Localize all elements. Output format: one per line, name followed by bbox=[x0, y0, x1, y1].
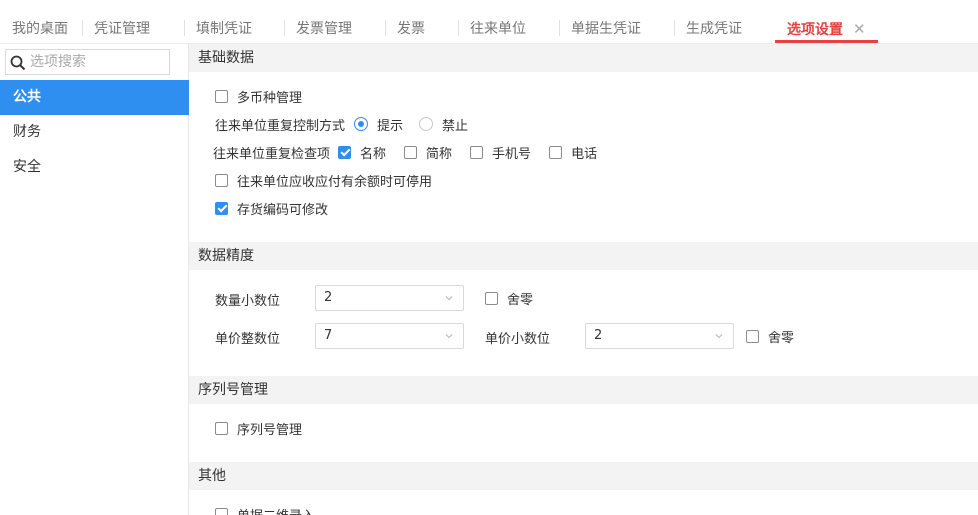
tab-partners[interactable]: 往来单位 bbox=[458, 10, 526, 44]
radio-prompt-label: 提示 bbox=[377, 118, 404, 134]
radio-forbid[interactable] bbox=[419, 117, 434, 131]
tab-separator bbox=[559, 20, 560, 36]
tab-label: 单据生凭证 bbox=[571, 21, 641, 37]
tab-separator bbox=[674, 20, 675, 36]
partner-dup-check-row: 往来单位重复检查项 名称 简称 手机号 电话 bbox=[213, 142, 597, 162]
disable-with-balance-label: 往来单位应收应付有余额时可停用 bbox=[237, 174, 433, 190]
check-mobile-checkbox[interactable] bbox=[470, 145, 484, 159]
tab-label: 填制凭证 bbox=[196, 21, 252, 37]
check-phone-label: 电话 bbox=[571, 146, 598, 162]
multi-currency-label: 多币种管理 bbox=[237, 90, 303, 106]
sidebar-item-label: 财务 bbox=[13, 124, 41, 140]
qty-round-checkbox[interactable] bbox=[485, 291, 498, 305]
qty-decimals-select[interactable]: 2 bbox=[315, 285, 464, 311]
inventory-code-editable-label: 存货编码可修改 bbox=[237, 202, 329, 218]
tab-my-desktop[interactable]: 我的桌面 bbox=[0, 10, 68, 44]
tab-separator bbox=[284, 20, 285, 36]
active-tab-underline bbox=[775, 40, 878, 43]
tab-separator bbox=[385, 20, 386, 36]
doc-2d-entry-label: 单据二维录入 bbox=[237, 505, 315, 515]
sidebar-item-label: 安全 bbox=[13, 159, 41, 175]
partner-dup-check-label: 往来单位重复检查项 bbox=[213, 146, 331, 162]
price-int-select[interactable]: 7 bbox=[315, 323, 464, 349]
section-precision-title: 数据精度 bbox=[189, 242, 978, 270]
radio-prompt[interactable] bbox=[354, 117, 369, 131]
qty-round-label: 舍零 bbox=[507, 292, 534, 308]
radio-forbid-label: 禁止 bbox=[442, 118, 469, 134]
section-basic-data-title: 基础数据 bbox=[189, 44, 978, 72]
qty-round-option[interactable]: 舍零 bbox=[485, 288, 533, 308]
tab-separator bbox=[458, 20, 459, 36]
price-decimals-label: 单价小数位 bbox=[485, 332, 551, 347]
serial-mgmt-label: 序列号管理 bbox=[237, 422, 303, 438]
multi-currency-checkbox[interactable] bbox=[215, 89, 228, 103]
tab-label: 凭证管理 bbox=[94, 21, 150, 37]
serial-mgmt-checkbox[interactable] bbox=[215, 421, 228, 435]
disable-with-balance-checkbox[interactable] bbox=[215, 173, 228, 187]
inventory-code-editable-option[interactable]: 存货编码可修改 bbox=[215, 198, 328, 218]
tab-separator bbox=[82, 20, 83, 36]
check-name-checkbox[interactable] bbox=[338, 145, 352, 159]
doc-2d-entry-checkbox[interactable] bbox=[215, 507, 228, 515]
price-round-label: 舍零 bbox=[768, 330, 795, 346]
tab-option-settings[interactable]: 选项设置 ✕ bbox=[775, 10, 878, 44]
check-short-name-label: 简称 bbox=[426, 146, 453, 162]
price-decimals-value: 2 bbox=[594, 328, 603, 343]
check-name-label: 名称 bbox=[360, 146, 387, 162]
chevron-down-icon bbox=[445, 296, 453, 301]
chevron-down-icon bbox=[715, 334, 723, 339]
qty-decimals-value: 2 bbox=[324, 290, 333, 305]
tab-doc-to-voucher[interactable]: 单据生凭证 bbox=[559, 10, 641, 44]
tab-fill-voucher[interactable]: 填制凭证 bbox=[184, 10, 252, 44]
sidebar-item-public[interactable]: 公共 bbox=[0, 80, 189, 115]
main-panel: 基础数据 多币种管理 往来单位重复控制方式 提示 禁止 往来单位重复检查项 名称… bbox=[189, 44, 978, 515]
partner-dup-control-row: 往来单位重复控制方式 提示 禁止 bbox=[215, 114, 468, 134]
tab-separator bbox=[184, 20, 185, 36]
tab-label: 往来单位 bbox=[470, 21, 526, 37]
price-int-label: 单价整数位 bbox=[215, 332, 281, 347]
tab-invoice[interactable]: 发票 bbox=[385, 10, 425, 44]
sidebar: 公共 财务 安全 bbox=[0, 44, 189, 515]
chevron-down-icon bbox=[445, 334, 453, 339]
tab-label: 生成凭证 bbox=[686, 21, 742, 37]
price-int-value: 7 bbox=[324, 328, 333, 343]
section-serial-title: 序列号管理 bbox=[189, 376, 978, 404]
tab-voucher-management[interactable]: 凭证管理 bbox=[82, 10, 150, 44]
price-decimals-select[interactable]: 2 bbox=[585, 323, 734, 349]
inventory-code-editable-checkbox[interactable] bbox=[215, 201, 228, 215]
check-short-name-checkbox[interactable] bbox=[404, 145, 418, 159]
sidebar-item-security[interactable]: 安全 bbox=[0, 150, 189, 185]
serial-mgmt-option[interactable]: 序列号管理 bbox=[215, 418, 302, 438]
qty-decimals-label: 数量小数位 bbox=[215, 294, 281, 309]
partner-dup-control-label: 往来单位重复控制方式 bbox=[215, 118, 346, 134]
check-mobile-label: 手机号 bbox=[492, 146, 532, 162]
tab-label: 发票管理 bbox=[296, 21, 352, 37]
option-search-box bbox=[5, 49, 170, 75]
tab-invoice-management[interactable]: 发票管理 bbox=[284, 10, 352, 44]
doc-2d-entry-option[interactable]: 单据二维录入 bbox=[215, 504, 315, 515]
disable-with-balance-option[interactable]: 往来单位应收应付有余额时可停用 bbox=[215, 170, 432, 190]
tab-label: 发票 bbox=[397, 21, 425, 37]
check-phone-checkbox[interactable] bbox=[549, 145, 563, 159]
section-other-title: 其他 bbox=[189, 462, 978, 490]
search-input[interactable] bbox=[30, 52, 166, 72]
tab-label: 选项设置 bbox=[787, 22, 843, 38]
tab-bar: 我的桌面 凭证管理 填制凭证 发票管理 发票 往来单位 单据生凭证 生成凭证 选… bbox=[0, 10, 978, 44]
price-round-option[interactable]: 舍零 bbox=[746, 326, 794, 346]
tab-generate-voucher[interactable]: 生成凭证 bbox=[674, 10, 742, 44]
multi-currency-option[interactable]: 多币种管理 bbox=[215, 86, 302, 106]
sidebar-item-finance[interactable]: 财务 bbox=[0, 115, 189, 150]
sidebar-item-label: 公共 bbox=[13, 89, 41, 105]
tab-label: 我的桌面 bbox=[12, 21, 68, 37]
search-icon bbox=[10, 55, 26, 71]
price-round-checkbox[interactable] bbox=[746, 329, 759, 343]
